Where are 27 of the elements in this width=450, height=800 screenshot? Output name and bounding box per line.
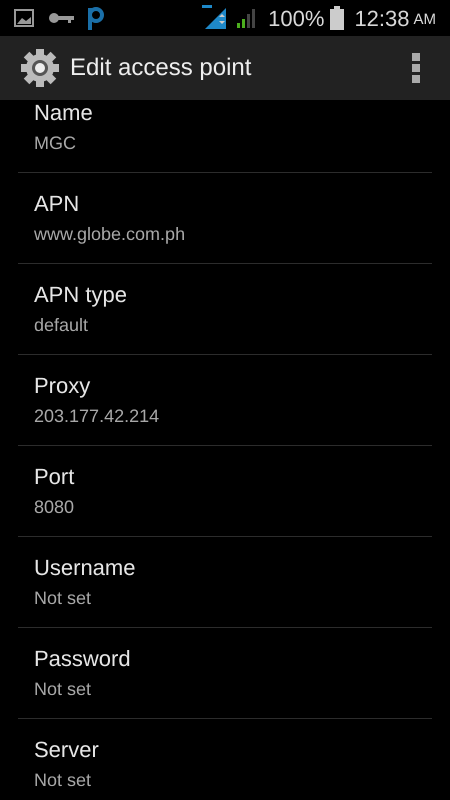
clock-ampm: AM xyxy=(414,10,436,30)
setting-value: www.globe.com.ph xyxy=(34,223,186,246)
setting-title[interactable]: Name xyxy=(34,100,93,127)
setting-value: default xyxy=(34,314,88,337)
key-icon xyxy=(48,11,76,25)
clock-time: 12:38 xyxy=(354,4,410,32)
setting-title[interactable]: APN type xyxy=(34,281,127,309)
screen-title: Edit access point xyxy=(70,53,252,83)
setting-title[interactable]: Username xyxy=(34,554,136,582)
gear-icon xyxy=(20,48,60,88)
setting-title[interactable]: Proxy xyxy=(34,372,90,400)
battery-icon xyxy=(330,6,344,30)
setting-title[interactable]: Password xyxy=(34,645,131,673)
setting-title[interactable]: Server xyxy=(34,736,99,764)
setting-title[interactable]: Port xyxy=(34,463,74,491)
mobile-data-signal-icon xyxy=(202,5,228,31)
setting-value: MGC xyxy=(34,132,76,155)
overflow-menu-icon[interactable] xyxy=(412,53,420,83)
battery-percentage: 100% xyxy=(268,4,324,32)
setting-value: Not set xyxy=(34,587,92,610)
setting-title[interactable]: APN xyxy=(34,190,80,218)
setting-value: Not set xyxy=(34,769,92,792)
p-logo-icon xyxy=(86,4,106,32)
picture-icon xyxy=(14,9,34,27)
setting-value: Not set xyxy=(34,678,92,701)
setting-value: 8080 xyxy=(34,496,74,519)
setting-value: 203.177.42.214 xyxy=(34,405,160,428)
